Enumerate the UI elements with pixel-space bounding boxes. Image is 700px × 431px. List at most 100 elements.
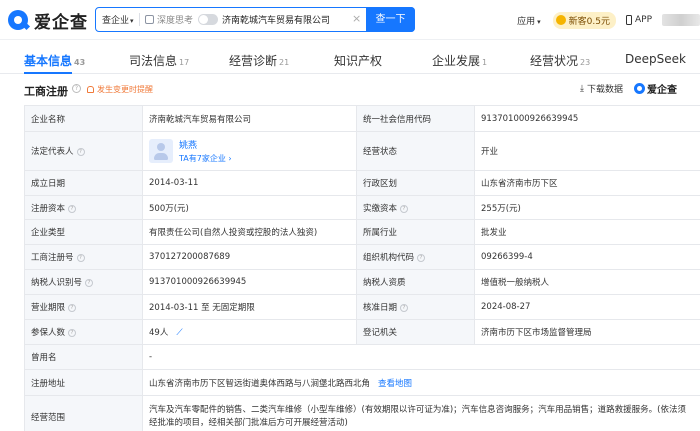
top-bar: 爱企查 查企业▾ 深度思考 × 查一下 应用▾ 新客0.5元 APP [0,0,700,40]
search-bar: 查企业▾ 深度思考 × 查一下 [95,6,415,32]
tax-id-label: 纳税人识别号? [24,269,143,295]
org-code-label: 组织机构代码? [356,244,475,270]
top-nav: 应用 ▾ 新客0.5元 APP [517,11,700,29]
region-value: 山东省济南市历下区 [474,170,700,196]
credit-code-value: 913701000926639945 [474,105,700,132]
reg-capital-value: 500万(元) [142,195,357,220]
legal-rep-label: 法定代表人? [24,131,143,171]
table-row: 工商注册号? 370127200087689 组织机构代码? 09266399-… [24,244,700,270]
newcust-badge[interactable]: 新客0.5元 [552,11,616,29]
legal-rep-companies-link[interactable]: TA有7家企业 › [179,153,232,164]
term-label: 营业期限? [24,294,143,320]
table-row: 企业名称 济南乾城汽车贸易有限公司 统一社会信用代码 9137010009266… [24,105,700,132]
app-link[interactable]: APP [625,15,652,25]
tab-enterprise-development[interactable]: 企业发展 1 [432,52,487,69]
industry-value: 批发业 [474,219,700,245]
former-name-value: - [142,344,700,370]
insured-label: 参保人数? [24,319,143,345]
help-icon[interactable]: ? [400,204,409,213]
paid-capital-label: 实缴资本? [356,195,475,220]
type-label: 企业类型 [24,219,143,245]
deep-think-toggle[interactable] [198,14,218,25]
type-value: 有限责任公司(自然人投资或控股的法人独资) [142,219,357,245]
tab-basic-info[interactable]: 基本信息 43 [24,52,85,69]
help-icon[interactable]: ? [68,204,77,213]
insured-value: 49人 ⟋ [142,319,357,345]
company-name-value: 济南乾城汽车贸易有限公司 [142,105,357,132]
tab-bar: 基本信息 43 司法信息 17 经营诊断 21 知识产权 企业发展 1 经营状况 23 D… [0,40,700,74]
legal-rep-name-link[interactable]: 姚燕 [179,138,232,151]
chevron-right-icon: › [228,154,232,163]
former-name-label: 曾用名 [24,344,143,370]
taxpayer-value: 增值税一般纳税人 [474,269,700,295]
approval-value: 2024-08-27 [474,294,700,320]
paid-capital-value: 255万(元) [474,195,700,220]
site-logo[interactable]: 爱企查 [8,9,88,33]
help-icon[interactable]: ? [400,304,409,312]
address-label: 注册地址 [24,369,143,396]
caret-down-icon: ▾ [130,17,134,25]
phone-icon [625,15,632,25]
table-row: 曾用名 - [24,344,700,370]
search-scope-dropdown[interactable]: 查企业▾ [102,13,134,26]
help-icon[interactable]: ? [85,279,94,287]
table-row: 企业类型 有限责任公司(自然人投资或控股的法人独资) 所属行业 批发业 [24,219,700,245]
logo-icon [634,83,645,94]
table-row: 经营范围 汽车及汽车零配件的销售、二类汽车维修（小型车维修）(有效期限以许可证为… [24,395,700,431]
table-row: 成立日期 2014-03-11 行政区划 山东省济南市历下区 [24,170,700,196]
apply-menu[interactable]: 应用 ▾ [517,14,541,27]
help-icon[interactable]: ? [68,304,77,312]
view-map-link[interactable]: 查看地图 [378,379,412,389]
download-button[interactable]: ⤓ 下载数据 [580,82,623,96]
search-input[interactable] [222,11,352,28]
bell-icon [87,86,94,93]
authority-label: 登记机关 [356,319,475,345]
brand-watermark: 爱企查 [634,81,677,96]
tax-id-value: 913701000926639945 [142,269,357,295]
founded-value: 2014-03-11 [142,170,357,196]
deep-think-icon [145,15,154,24]
deep-think-label: 深度思考 [157,16,194,26]
address-value: 山东省济南市历下区智远街道奥体西路与八涧堡北路西北角 查看地图 [142,369,700,396]
founded-label: 成立日期 [24,170,143,196]
authority-value: 济南市历下区市场监督管理局 [474,319,700,345]
tab-operation-diagnosis[interactable]: 经营诊断 21 [229,52,289,69]
trend-chart-icon[interactable]: ⟋ [176,328,182,338]
approval-label: 核准日期? [356,294,475,320]
user-avatar[interactable] [662,14,700,26]
tab-intellectual-property[interactable]: 知识产权 [334,52,384,69]
registration-table: 企业名称 济南乾城汽车贸易有限公司 统一社会信用代码 9137010009266… [24,105,700,431]
org-code-value: 09266399-4 [474,244,700,270]
avatar [149,139,173,163]
tab-deepseek[interactable]: DeepSeek [625,52,688,66]
taxpayer-label: 纳税人资质 [356,269,475,295]
scope-label: 经营范围 [24,395,143,431]
status-label: 经营状态 [356,131,475,171]
search-button[interactable]: 查一下 [366,6,415,32]
help-icon[interactable]: ? [76,148,85,156]
scope-value: 汽车及汽车零配件的销售、二类汽车维修（小型车维修）(有效期限以许可证为准)；汽车… [142,395,700,431]
download-icon: ⤓ [580,83,584,94]
table-row: 法定代表人? 姚燕 TA有7家企业 › 经营状态 开业 [24,131,700,171]
help-icon[interactable]: ? [417,254,426,262]
table-row: 营业期限? 2014-03-11 至 无固定期限 核准日期? 2024-08-2… [24,294,700,320]
caret-down-icon: ▾ [537,17,541,26]
reg-capital-label: 注册资本? [24,195,143,220]
term-value: 2014-03-11 至 无固定期限 [142,294,357,320]
legal-rep-value: 姚燕 TA有7家企业 › [142,131,357,171]
help-icon[interactable]: ? [72,84,81,93]
reg-no-label: 工商注册号? [24,244,143,270]
table-row: 注册地址 山东省济南市历下区智远街道奥体西路与八涧堡北路西北角 查看地图 [24,369,700,396]
help-icon[interactable]: ? [68,329,77,337]
reg-no-value: 370127200087689 [142,244,357,270]
table-row: 注册资本? 500万(元) 实缴资本? 255万(元) [24,195,700,220]
region-label: 行政区划 [356,170,475,196]
company-name-label: 企业名称 [24,105,143,132]
tab-business-status[interactable]: 经营状况 23 [530,52,590,69]
section-title: 工商注册 [24,85,68,98]
help-icon[interactable]: ? [76,254,85,262]
change-alert-link[interactable]: 发生变更时提醒 [97,84,153,95]
tab-judicial-info[interactable]: 司法信息 17 [129,52,189,69]
logo-text: 爱企查 [34,12,88,33]
clear-icon[interactable]: × [352,12,361,25]
